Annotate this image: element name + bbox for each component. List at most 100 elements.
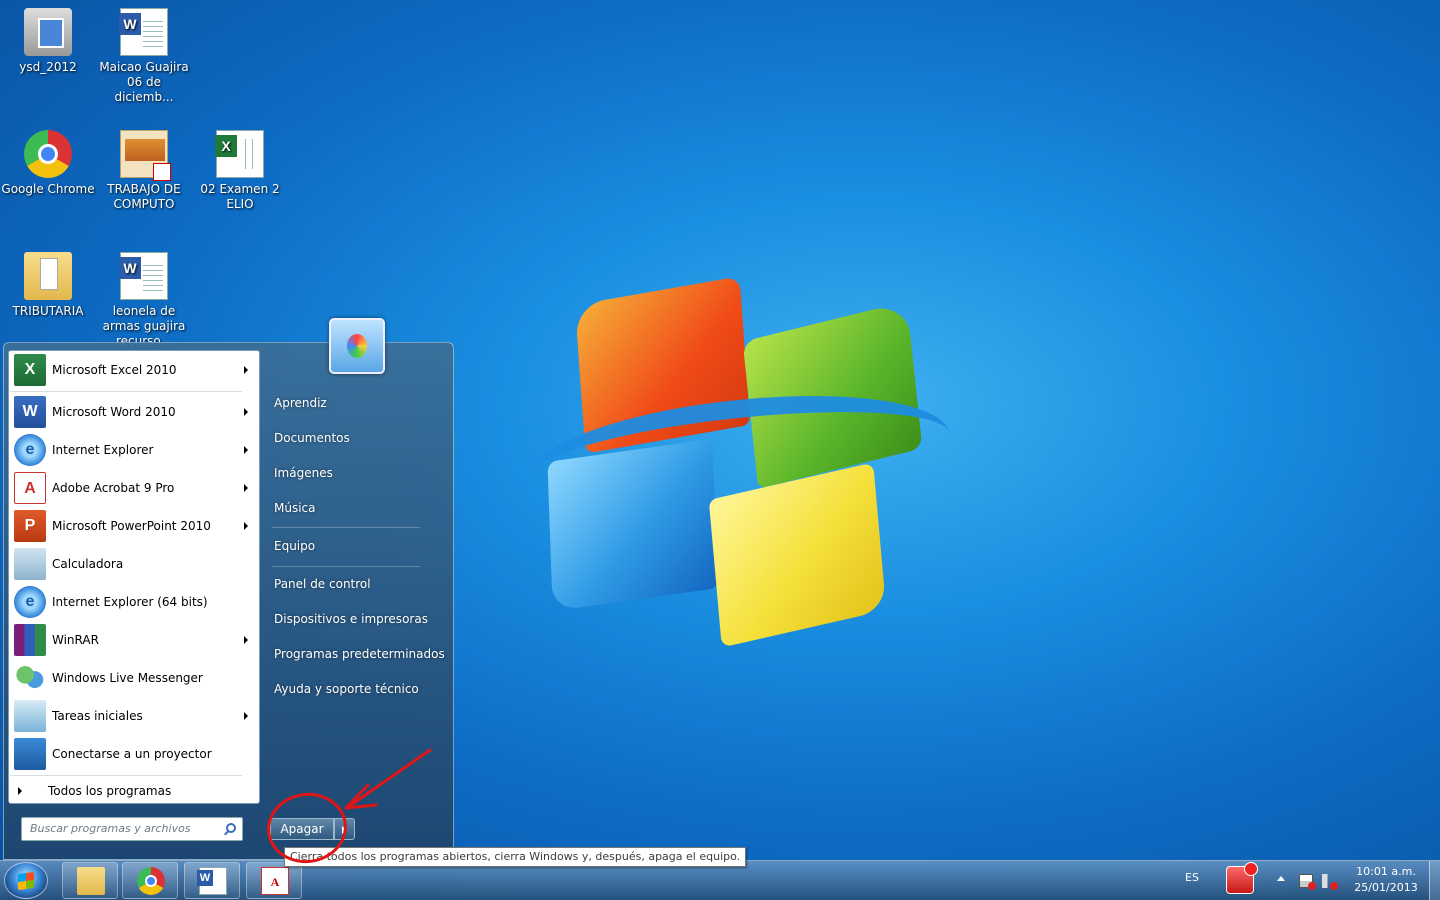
program-label: Internet Explorer [52, 443, 154, 457]
word-icon: W [14, 396, 46, 428]
divider [10, 391, 242, 392]
right-item-dispositivos[interactable]: Dispositivos e impresoras [274, 612, 428, 626]
user-picture[interactable] [329, 318, 385, 374]
winrar-icon [14, 624, 46, 656]
pdf-document-icon [120, 130, 171, 181]
expand-arrow-icon [18, 787, 22, 795]
projector-icon [14, 738, 46, 770]
divider [272, 527, 420, 528]
submenu-arrow-icon[interactable] [244, 408, 248, 416]
acrobat-icon: A [14, 472, 46, 504]
submenu-arrow-icon[interactable] [244, 636, 248, 644]
desktop-icon-label: TRABAJO DE COMPUTO [107, 182, 181, 211]
program-label: Microsoft Word 2010 [52, 405, 176, 419]
program-label: Adobe Acrobat 9 Pro [52, 481, 175, 495]
start-button[interactable] [4, 862, 48, 899]
search-icon[interactable] [226, 823, 236, 833]
folder-icon [24, 252, 72, 300]
program-label: Calculadora [52, 557, 124, 571]
annotation-arrow [344, 748, 432, 810]
chrome-icon [137, 867, 165, 895]
shutdown-tooltip: Cierra todos los programas abiertos, cie… [284, 847, 747, 867]
desktop-icon-leonela[interactable]: W leonela de armas guajira recurso... [96, 252, 192, 349]
word-document-icon: W [119, 252, 168, 300]
program-ie64[interactable]: e Internet Explorer (64 bits) [12, 584, 258, 620]
program-ie[interactable]: e Internet Explorer [12, 432, 258, 468]
submenu-arrow-icon[interactable] [244, 712, 248, 720]
desktop-icon-chrome[interactable]: Google Chrome [0, 130, 96, 197]
right-item-musica[interactable]: Música [274, 501, 316, 515]
program-winrar[interactable]: WinRAR [12, 622, 258, 658]
word-document-icon: W [119, 8, 168, 56]
right-item-aprendiz[interactable]: Aprendiz [274, 396, 327, 410]
program-label: Microsoft PowerPoint 2010 [52, 519, 211, 533]
program-label: Windows Live Messenger [52, 671, 203, 685]
all-programs-label: Todos los programas [48, 784, 172, 798]
action-center-icon[interactable] [1299, 874, 1316, 890]
ie-icon: e [14, 586, 46, 618]
program-label: WinRAR [52, 633, 99, 647]
program-acrobat[interactable]: A Adobe Acrobat 9 Pro [12, 470, 258, 506]
submenu-arrow-icon[interactable] [244, 366, 248, 374]
word-icon [197, 867, 227, 895]
clock-date: 25/01/2013 [1354, 881, 1418, 894]
calculator-icon [14, 548, 46, 580]
ie-icon: e [14, 434, 46, 466]
program-word[interactable]: W Microsoft Word 2010 [12, 394, 258, 430]
language-indicator[interactable]: ES [1185, 871, 1199, 884]
chrome-icon [24, 130, 72, 178]
powerpoint-icon: P [14, 510, 46, 542]
program-tareas[interactable]: Tareas iniciales [12, 698, 258, 734]
windows-logo-wallpaper [525, 276, 955, 648]
desktop-icon-label: TRIBUTARIA [12, 304, 84, 318]
right-item-ayuda[interactable]: Ayuda y soporte técnico [274, 682, 419, 696]
right-item-programas-predeterminados[interactable]: Programas predeterminados [274, 647, 445, 661]
desktop-icon-label: 02 Examen 2 ELIO [200, 182, 280, 211]
excel-icon: X [14, 354, 46, 386]
program-label: Internet Explorer (64 bits) [52, 595, 208, 609]
desktop-icon-trabajo[interactable]: TRABAJO DE COMPUTO [96, 130, 192, 212]
program-label: Microsoft Excel 2010 [52, 363, 177, 377]
right-item-equipo[interactable]: Equipo [274, 539, 315, 553]
clock[interactable]: 10:01 a.m. 25/01/2013 [1348, 864, 1424, 896]
show-desktop-button[interactable] [1429, 861, 1440, 900]
volume-icon[interactable] [1322, 874, 1338, 890]
taskbar-explorer-button[interactable] [62, 862, 118, 899]
right-item-panel-control[interactable]: Panel de control [274, 577, 371, 591]
program-label: Tareas iniciales [52, 709, 143, 723]
show-hidden-icons-icon[interactable] [1277, 876, 1285, 881]
clock-time: 10:01 a.m. [1356, 865, 1416, 878]
desktop-icon-label: ysd_2012 [19, 60, 77, 74]
desktop-icon-examen[interactable]: X 02 Examen 2 ELIO [192, 130, 288, 212]
acrobat-icon [261, 867, 289, 896]
desktop-icon-ysd[interactable]: ysd_2012 [0, 8, 96, 75]
desktop-icon-label: Google Chrome [1, 182, 95, 196]
search-input[interactable]: Buscar programas y archivos [21, 817, 243, 841]
program-calculadora[interactable]: Calculadora [12, 546, 258, 582]
desktop-icon-maicao[interactable]: W Maicao Guajira 06 de diciemb... [96, 8, 192, 105]
windows-explorer-icon [77, 867, 105, 895]
getting-started-icon [14, 700, 46, 732]
all-programs-button[interactable]: Todos los programas [12, 780, 252, 802]
program-messenger[interactable]: Windows Live Messenger [12, 660, 258, 696]
submenu-arrow-icon[interactable] [244, 522, 248, 530]
excel-document-icon: X [215, 130, 264, 178]
divider [272, 566, 420, 567]
submenu-arrow-icon[interactable] [244, 446, 248, 454]
desktop-icon-label: Maicao Guajira 06 de diciemb... [99, 60, 189, 104]
right-item-imagenes[interactable]: Imágenes [274, 466, 333, 480]
desktop-icon-tributaria[interactable]: TRIBUTARIA [0, 252, 96, 319]
taskbar-acrobat-button[interactable] [246, 862, 302, 899]
program-powerpoint[interactable]: P Microsoft PowerPoint 2010 [12, 508, 258, 544]
submenu-arrow-icon[interactable] [244, 484, 248, 492]
program-label: Conectarse a un proyector [52, 747, 212, 761]
taskbar-chrome-button[interactable] [122, 862, 178, 899]
divider [10, 775, 242, 776]
installer-icon [24, 8, 72, 56]
program-excel[interactable]: X Microsoft Excel 2010 [12, 352, 258, 388]
program-proyector[interactable]: Conectarse a un proyector [12, 736, 258, 772]
right-item-documentos[interactable]: Documentos [274, 431, 350, 445]
security-alert-icon[interactable] [1226, 862, 1258, 894]
taskbar-word-button[interactable] [184, 862, 240, 899]
messenger-icon [14, 662, 46, 694]
